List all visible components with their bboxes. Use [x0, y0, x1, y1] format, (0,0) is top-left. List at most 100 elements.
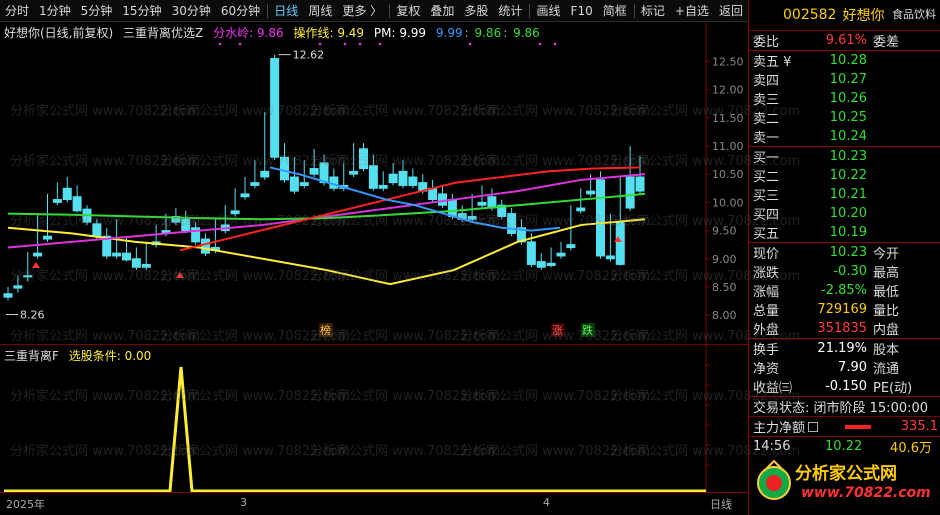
candle-body	[33, 252, 43, 257]
quote-row: 涨跌 -0.30 最高	[749, 262, 940, 281]
signal-dot	[218, 42, 222, 46]
main-kline-chart[interactable]: 12.50 12.00 11.50 11.00 10.50 10.00 9.50 9.00 8.…	[0, 22, 748, 344]
sell-row[interactable]: 卖二 10.25	[749, 108, 940, 127]
sell-row[interactable]: 卖四 10.27	[749, 70, 940, 89]
toolbar-btn-17[interactable]: +自选	[670, 0, 714, 22]
quote-value: 351835	[817, 321, 867, 336]
stock-code: 002582	[783, 7, 837, 23]
toolbar-btn-11[interactable]: 多股	[459, 0, 493, 22]
candle-body	[270, 58, 280, 158]
sell-label: 卖三	[753, 93, 780, 108]
sell-label: 卖五 ¥	[753, 55, 792, 70]
stat-label: 净资	[753, 362, 780, 377]
sell-row[interactable]: 卖一 10.24	[749, 127, 940, 146]
candle-body	[299, 182, 309, 186]
list-icon[interactable]	[808, 421, 819, 432]
toolbar-btn-16[interactable]: 标记	[636, 0, 670, 22]
candle-body	[23, 275, 33, 278]
toolbar-btn-12[interactable]: 统计	[493, 0, 527, 22]
buy-row[interactable]: 买四 10.20	[749, 204, 940, 223]
candle-body	[260, 170, 270, 178]
candle-body	[201, 238, 210, 254]
quote-label: 总量	[753, 304, 780, 319]
candle-body	[13, 285, 23, 289]
toolbar-btn-0[interactable]: 分时	[0, 0, 34, 22]
candle-body	[250, 182, 260, 186]
sell-price: 10.25	[829, 110, 867, 125]
stock-title: 002582 好想你 食品饮料	[749, 0, 940, 30]
quote-panel: 002582 好想你 食品饮料 委比 9.61% 委差 卖五 ¥ 10.28 卖四 1…	[748, 0, 940, 515]
indicator-chart[interactable]: 三重背离F 选股条件: 0.00	[0, 344, 748, 493]
buy-row[interactable]: 买三 10.21	[749, 185, 940, 204]
candle-body	[467, 215, 477, 220]
toolbar-btn-5[interactable]: 60分钟	[216, 0, 265, 22]
kline-svg[interactable]: 12.50 12.00 11.50 11.00 10.50 10.00 9.50 9.00 8.…	[0, 22, 748, 344]
tag-die: 跌	[582, 323, 593, 337]
main-flow-value: 335.1	[900, 419, 938, 434]
buy-price: 10.22	[829, 168, 867, 183]
y-tick-label: 12.00	[712, 84, 744, 97]
arrow-up-marker	[32, 262, 40, 268]
candle-body	[398, 170, 408, 186]
buy-price: 10.21	[829, 187, 867, 202]
toolbar-btn-7[interactable]: 周线	[303, 0, 337, 22]
main-flow-row: 主力净额 335.1	[753, 419, 938, 436]
stat-value: 7.90	[838, 360, 867, 375]
sell-row[interactable]: 卖五 ¥ 10.28	[749, 51, 940, 70]
chart-toolbar: 分时 1分钟 5分钟 15分钟 30分钟 60分钟 日线 周线 更多 〉复权 叠加 多股 统计 画线 F1…	[0, 0, 748, 22]
industry-label[interactable]: 食品饮料	[892, 6, 936, 22]
candle-body	[447, 199, 457, 217]
toolbar-btn-18[interactable]: 返回	[714, 0, 748, 22]
time-label-march: 3	[240, 496, 247, 509]
toolbar-btn-2[interactable]: 5分钟	[76, 0, 118, 22]
buy-label: 买一	[753, 151, 780, 166]
toolbar-btn-6[interactable]: 日线	[269, 0, 303, 22]
buy-label: 买四	[753, 208, 780, 223]
quote-label: 涨幅	[753, 285, 780, 300]
candle-body	[141, 263, 151, 268]
toolbar-btn-3[interactable]: 15分钟	[117, 0, 166, 22]
toolbar-btn-4[interactable]: 30分钟	[167, 0, 216, 22]
time-label-april: 4	[543, 496, 550, 509]
buy-label: 买二	[753, 170, 780, 185]
candle-body	[556, 252, 566, 257]
toolbar-btn-13[interactable]: 画线	[532, 0, 566, 22]
indicator-svg[interactable]	[0, 345, 748, 493]
toolbar-btn-1[interactable]: 1分钟	[34, 0, 76, 22]
toolbar-btn-8[interactable]: 更多 〉	[337, 0, 387, 22]
signal-dot	[538, 42, 542, 46]
candle-body	[586, 190, 596, 195]
stat-label: 换手	[753, 343, 780, 358]
buy-row[interactable]: 买一 10.23	[749, 147, 940, 166]
signal-dot	[468, 42, 472, 46]
sell-orders: 卖五 ¥ 10.28 卖四 10.27 卖三 10.26 卖二 10.25 卖一 10.24	[749, 51, 940, 146]
quote-label-right: 今开	[873, 247, 900, 262]
candle-body	[349, 170, 359, 175]
period-label[interactable]: 日线	[710, 496, 732, 512]
toolbar-btn-15[interactable]: 简框	[598, 0, 632, 22]
candle-body	[596, 179, 605, 257]
main-legend: 好想你(日线,前复权) 三重背离优选Z 分水岭: 9.86 操作线: 9.49 …	[4, 26, 540, 40]
buy-row[interactable]: 买五 10.19	[749, 223, 940, 242]
buy-row[interactable]: 买二 10.22	[749, 166, 940, 185]
candle-body	[43, 235, 52, 240]
stock-label: 好想你(日线,前复权)	[4, 26, 114, 40]
brand-text: 分析家公式网	[795, 464, 897, 484]
buy-label: 买五	[753, 227, 780, 242]
signal-dot	[238, 42, 242, 46]
buy-price: 10.19	[829, 225, 867, 240]
candle-body	[72, 196, 82, 212]
candle-body	[536, 261, 546, 268]
y-tick-label: 12.50	[712, 55, 744, 68]
formula-name: 三重背离优选Z	[123, 26, 204, 40]
quote-row: 总量 729169 量比	[749, 300, 940, 319]
quote-stats: 现价 10.23 今开 涨跌 -0.30 最高 涨幅 -2.85% 最低 总量 729169 量比 外盘…	[749, 243, 940, 338]
indicator-name: 三重背离F	[4, 349, 59, 363]
toolbar-btn-14[interactable]: F10	[566, 0, 598, 22]
candle-body	[576, 207, 586, 212]
y-tick-label: 8.00	[712, 309, 737, 322]
toolbar-btn-10[interactable]: 叠加	[425, 0, 459, 22]
toolbar-btn-9[interactable]: 复权	[391, 0, 425, 22]
quote-label: 外盘	[753, 323, 780, 338]
sell-row[interactable]: 卖三 10.26	[749, 89, 940, 108]
